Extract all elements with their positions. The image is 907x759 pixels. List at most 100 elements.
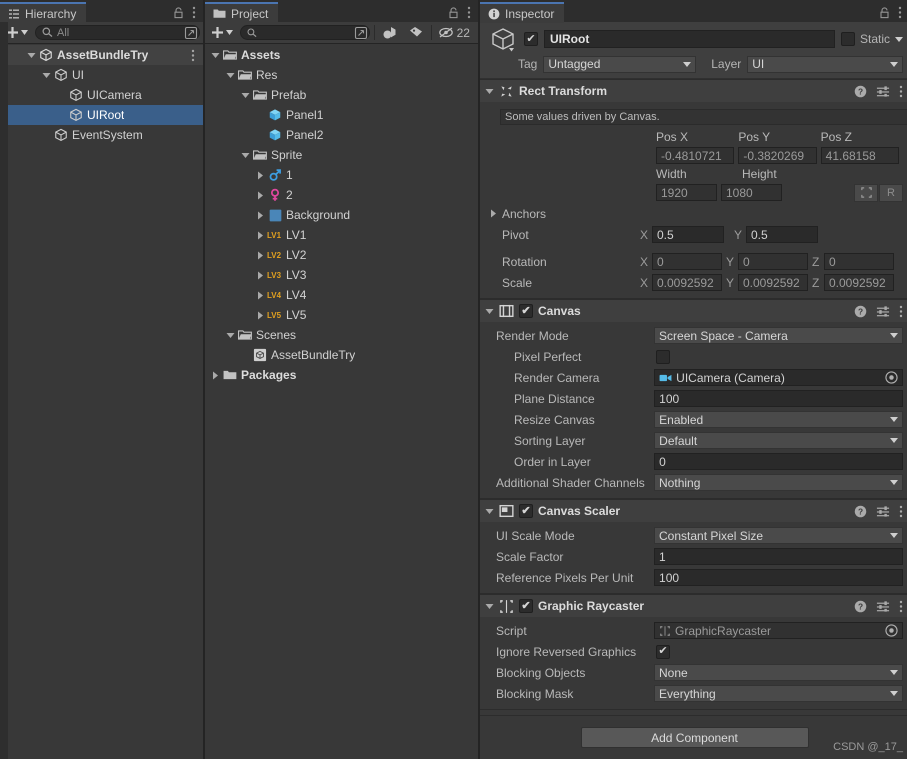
tree-row[interactable]: AssetBundleTry: [0, 45, 203, 65]
help-icon[interactable]: ?: [854, 85, 867, 98]
resize-canvas-dropdown[interactable]: Enabled: [654, 411, 903, 428]
tree-row[interactable]: LV5 LV5: [205, 305, 478, 325]
lock-icon[interactable]: [448, 6, 459, 19]
tree-row[interactable]: 2: [205, 185, 478, 205]
tab-hierarchy[interactable]: Hierarchy: [0, 2, 87, 23]
rotation-value-field[interactable]: 0: [738, 253, 808, 270]
raw-edit-button[interactable]: R: [879, 183, 903, 202]
tree-row[interactable]: Res: [205, 65, 478, 85]
tree-row[interactable]: Prefab: [205, 85, 478, 105]
arrow-right-icon[interactable]: [254, 271, 267, 280]
help-icon[interactable]: ?: [854, 305, 867, 318]
arrow-down-icon[interactable]: [239, 92, 252, 99]
tree-row[interactable]: Panel2: [205, 125, 478, 145]
arrow-right-icon[interactable]: [209, 371, 222, 380]
layer-dropdown[interactable]: UI: [747, 55, 903, 73]
object-name-field[interactable]: UIRoot: [544, 30, 835, 48]
hierarchy-search-input[interactable]: All: [35, 25, 200, 40]
pivot-value-field[interactable]: 0.5: [746, 226, 818, 243]
blueprint-mode-button[interactable]: [854, 183, 878, 202]
static-dropdown-caret-icon[interactable]: [895, 36, 903, 42]
lock-icon[interactable]: [173, 6, 184, 19]
search-advanced-icon[interactable]: [184, 26, 198, 40]
kebab-menu-icon[interactable]: [899, 505, 903, 518]
hidden-packages-count[interactable]: 22: [436, 26, 475, 40]
arrow-down-icon[interactable]: [224, 72, 237, 79]
tree-row[interactable]: EventSystem: [0, 125, 203, 145]
arrow-right-icon[interactable]: [254, 171, 267, 180]
foldout-arrow-icon[interactable]: [485, 308, 494, 315]
blocking-objects-dropdown[interactable]: None: [654, 664, 903, 681]
arrow-right-icon[interactable]: [254, 311, 267, 320]
pivot-value-field[interactable]: 0.5: [652, 226, 724, 243]
pixel-perfect-checkbox[interactable]: [656, 349, 670, 364]
size-value-field[interactable]: 1920: [656, 184, 717, 201]
rotation-value-field[interactable]: 0: [824, 253, 894, 270]
arrow-right-icon[interactable]: [254, 291, 267, 300]
arrow-down-icon[interactable]: [239, 152, 252, 159]
arrow-right-icon[interactable]: [254, 211, 267, 220]
tree-row[interactable]: LV4 LV4: [205, 285, 478, 305]
component-header[interactable]: Graphic Raycaster ?: [480, 595, 907, 617]
project-search-input[interactable]: [240, 25, 370, 40]
add-component-button[interactable]: Add Component: [580, 727, 809, 748]
tag-dropdown[interactable]: Untagged: [543, 55, 697, 73]
component-header[interactable]: Canvas ?: [480, 300, 907, 322]
tree-row[interactable]: UI: [0, 65, 203, 85]
plane-distance-input[interactable]: 100: [654, 390, 903, 407]
ignore-reversed-graphics-checkbox[interactable]: [656, 644, 670, 659]
foldout-arrow-icon[interactable]: [485, 88, 494, 95]
preset-icon[interactable]: [876, 600, 890, 613]
component-enabled-checkbox[interactable]: [519, 304, 533, 318]
preset-icon[interactable]: [876, 85, 890, 98]
tree-row[interactable]: UIRoot: [0, 105, 203, 125]
tree-row[interactable]: Assets: [205, 45, 478, 65]
arrow-right-icon[interactable]: [254, 231, 267, 240]
blocking-mask-dropdown[interactable]: Everything: [654, 685, 903, 702]
tree-row[interactable]: Sprite: [205, 145, 478, 165]
arrow-down-icon[interactable]: [40, 72, 53, 79]
pos-value-field[interactable]: -0.4810721: [656, 147, 735, 164]
ui-scale-mode-dropdown[interactable]: Constant Pixel Size: [654, 527, 903, 544]
kebab-menu-icon[interactable]: [899, 85, 903, 98]
component-enabled-checkbox[interactable]: [519, 504, 533, 518]
tree-row[interactable]: UICamera: [0, 85, 203, 105]
preset-icon[interactable]: [876, 305, 890, 318]
tree-row[interactable]: LV3 LV3: [205, 265, 478, 285]
scale-factor-input[interactable]: 1: [654, 548, 903, 565]
tree-row[interactable]: LV2 LV2: [205, 245, 478, 265]
static-checkbox[interactable]: [840, 32, 855, 46]
tree-row[interactable]: Scenes: [205, 325, 478, 345]
filter-by-label-icon[interactable]: [405, 24, 427, 41]
help-icon[interactable]: ?: [854, 600, 867, 613]
tab-project[interactable]: Project: [205, 2, 279, 23]
tab-inspector[interactable]: Inspector: [480, 2, 565, 23]
render-camera-object-field[interactable]: UICamera (Camera): [654, 369, 903, 386]
arrow-right-icon[interactable]: [254, 251, 267, 260]
tree-row[interactable]: AssetBundleTry: [205, 345, 478, 365]
tree-row[interactable]: Packages: [205, 365, 478, 385]
scale-value-field[interactable]: 0.0092592: [738, 274, 808, 291]
preset-icon[interactable]: [876, 505, 890, 518]
kebab-menu-icon[interactable]: [899, 305, 903, 318]
kebab-menu-icon[interactable]: [899, 600, 903, 613]
additional-shader-channels-dropdown[interactable]: Nothing: [654, 474, 903, 491]
render-mode-dropdown[interactable]: Screen Space - Camera: [654, 327, 903, 344]
filter-by-type-icon[interactable]: [378, 24, 401, 41]
reference-pixels-per-unit-input[interactable]: 100: [654, 569, 903, 586]
component-enabled-checkbox[interactable]: [519, 599, 533, 613]
tree-row[interactable]: 1: [205, 165, 478, 185]
pos-value-field[interactable]: 41.68158: [820, 147, 899, 164]
tree-row[interactable]: Panel1: [205, 105, 478, 125]
project-add-button[interactable]: [208, 26, 236, 39]
tree-row[interactable]: LV1 LV1: [205, 225, 478, 245]
tree-row[interactable]: Background: [205, 205, 478, 225]
foldout-arrow-icon[interactable]: [485, 508, 494, 515]
foldout-arrow-icon[interactable]: [485, 603, 494, 610]
project-tree[interactable]: Assets Res Prefab Panel1 Panel2 Sprite 1 2 Backg…: [205, 44, 478, 759]
size-value-field[interactable]: 1080: [721, 184, 782, 201]
object-enabled-checkbox[interactable]: [524, 32, 538, 46]
search-advanced-icon[interactable]: [354, 26, 368, 40]
rotation-value-field[interactable]: 0: [652, 253, 722, 270]
order-in-layer-input[interactable]: 0: [654, 453, 903, 470]
